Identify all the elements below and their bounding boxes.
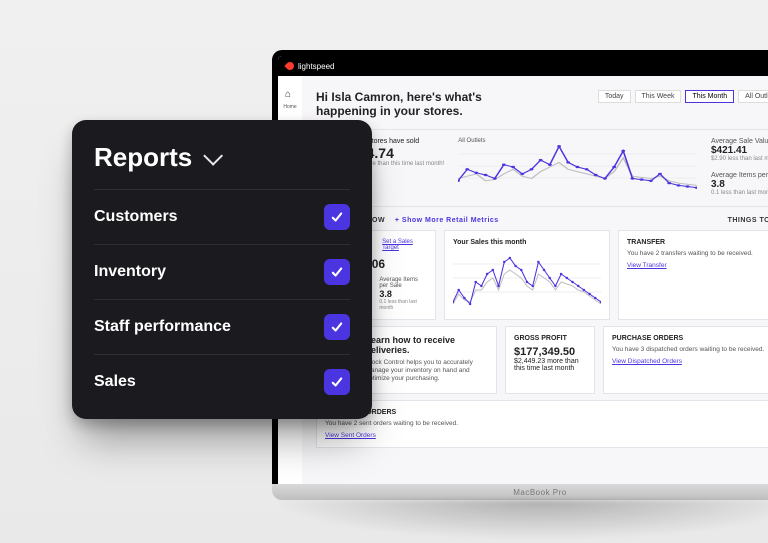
lightspeed-flame-icon xyxy=(284,60,295,71)
stat-aips-value: 3.8 xyxy=(711,179,768,190)
report-label: Inventory xyxy=(94,263,166,281)
sales-line-chart xyxy=(458,144,697,190)
things-to-do-label: Things to do xyxy=(728,217,768,224)
stat-asv-value: $421.41 xyxy=(711,145,768,156)
learn-body: Stock Control helps you to accurately ma… xyxy=(366,359,488,383)
reports-dropdown[interactable]: Reports xyxy=(94,142,350,189)
card-gross-profit: GROSS PROFIT $177,349.50 $2,449.23 more … xyxy=(505,326,595,394)
po-body: You have 3 dispatched orders waiting to … xyxy=(612,346,768,354)
stat-asv-label: Average Sale Value xyxy=(711,138,768,145)
po2-body: You have 2 sent orders waiting to be rec… xyxy=(325,420,768,428)
laptop-shadow xyxy=(272,500,768,540)
stat-aips-minor: 0.1 less than last month xyxy=(711,190,768,196)
filter-today[interactable]: Today xyxy=(598,90,631,103)
report-item-inventory[interactable]: Inventory xyxy=(94,244,350,299)
salesmonth-title: Your Sales this month xyxy=(453,239,601,246)
transfer-link[interactable]: View Transfer xyxy=(627,262,667,269)
po-title: PURCHASE ORDERS xyxy=(612,335,768,342)
learn-title: Learn how to receive deliveries. xyxy=(366,335,488,355)
laptop-label: MacBook Pro xyxy=(513,488,567,497)
time-filter: Today This Week This Month All Outlets xyxy=(598,90,768,103)
report-item-customers[interactable]: Customers xyxy=(94,189,350,244)
report-label: Customers xyxy=(94,208,178,226)
t-items-minor: 0.1 less than last month xyxy=(379,299,427,311)
gross-amount: $177,349.50 xyxy=(514,346,586,358)
report-item-sales[interactable]: Sales xyxy=(94,354,350,409)
greeting: Hi Isla Camron, here's what's happening … xyxy=(316,90,496,119)
card-po1: PURCHASE ORDERS You have 3 dispatched or… xyxy=(603,326,768,394)
report-label: Staff performance xyxy=(94,318,231,336)
set-sales-target-link[interactable]: Set a Sales Target xyxy=(382,239,427,251)
po-link[interactable]: View Dispatched Orders xyxy=(612,358,682,365)
po2-title: PURCHASE ORDERS xyxy=(325,409,768,416)
laptop-base: MacBook Pro xyxy=(272,484,768,500)
brand-name: lightspeed xyxy=(298,62,334,71)
gross-title: GROSS PROFIT xyxy=(514,335,586,342)
stat-aips-label: Average Items per Sale xyxy=(711,172,768,179)
home-icon[interactable] xyxy=(285,84,295,94)
t-items-value: 3.8 xyxy=(379,289,427,299)
filter-outlets[interactable]: All Outlets xyxy=(738,90,768,103)
gross-minor: $2,449.23 more than this time last month xyxy=(514,358,586,372)
reports-title: Reports xyxy=(94,142,192,173)
transfer-title: TRANSFER xyxy=(627,239,768,246)
divider xyxy=(316,129,768,130)
report-item-staff[interactable]: Staff performance xyxy=(94,299,350,354)
report-label: Sales xyxy=(94,373,136,391)
transfer-body: You have 2 transfers waiting to be recei… xyxy=(627,250,768,258)
reports-panel: Reports Customers Inventory Staff perfor… xyxy=(72,120,372,419)
card-sales-month: Your Sales this month xyxy=(444,230,610,320)
divider xyxy=(316,206,768,207)
po2-link[interactable]: View Sent Orders xyxy=(325,432,376,439)
card-po2: PURCHASE ORDERS You have 2 sent orders w… xyxy=(316,400,768,448)
card-transfer: TRANSFER You have 2 transfers waiting to… xyxy=(618,230,768,320)
top-appbar: lightspeed xyxy=(278,56,768,76)
stat-asv-minor: $2.90 less than last month xyxy=(711,156,768,162)
checkbox-checked-icon[interactable] xyxy=(324,314,350,340)
show-more-link[interactable]: + Show More Retail Metrics xyxy=(395,217,499,224)
checkbox-checked-icon[interactable] xyxy=(324,259,350,285)
checkbox-checked-icon[interactable] xyxy=(324,204,350,230)
filter-month[interactable]: This Month xyxy=(685,90,734,103)
nav-label-home[interactable]: Home xyxy=(283,104,296,110)
checkbox-checked-icon[interactable] xyxy=(324,369,350,395)
t-items-label: Average Items per Sale xyxy=(379,277,427,289)
filter-week[interactable]: This Week xyxy=(635,90,682,103)
sales-month-line-chart xyxy=(453,250,601,310)
chevron-down-icon xyxy=(203,145,223,165)
